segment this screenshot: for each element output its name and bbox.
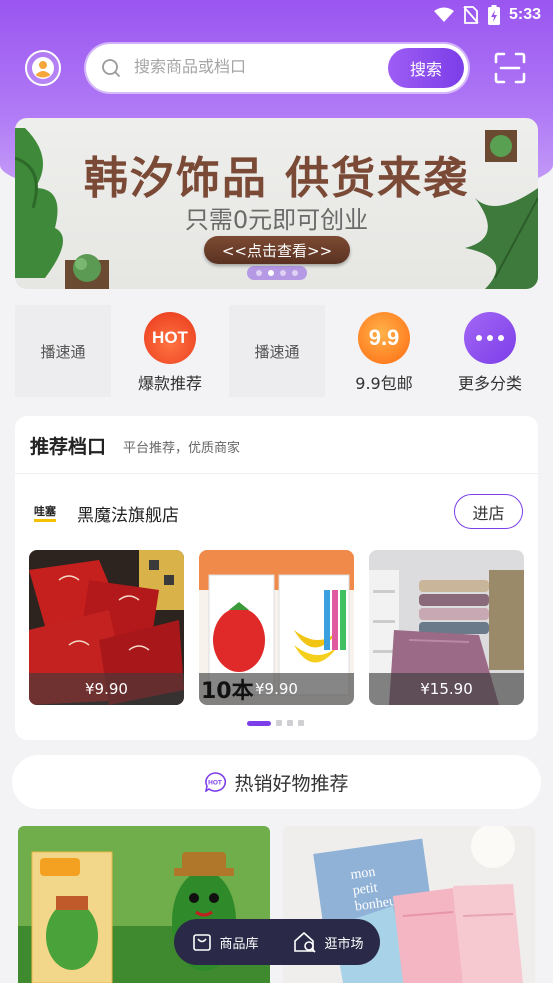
status-icons: 5:33 bbox=[433, 5, 541, 25]
promo-banner[interactable]: 韩汐饰品 供货来袭 只需0元即可创业 <<点击查看>> bbox=[15, 118, 538, 289]
banner-subtitle: 只需0元即可创业 bbox=[184, 206, 369, 234]
recommend-subtitle: 平台推荐，优质商家 bbox=[123, 441, 241, 456]
placeholder-label: 播速通 bbox=[40, 342, 86, 361]
succulent-pot-decoration bbox=[65, 254, 109, 289]
banner-dot bbox=[292, 270, 298, 276]
banner-cta-button[interactable]: <<点击查看>> bbox=[204, 236, 350, 264]
product-price: ¥15.90 bbox=[369, 673, 524, 705]
search-box[interactable]: 搜索 bbox=[86, 44, 468, 92]
product-card[interactable]: ¥9.90 bbox=[29, 550, 184, 705]
banner-dot bbox=[256, 270, 262, 276]
quick-item-label: 更多分类 bbox=[457, 374, 522, 393]
quick-item-placeholder[interactable]: 播速通 bbox=[15, 305, 111, 397]
hot-section-header: HOT 热销好物推荐 bbox=[12, 755, 541, 809]
search-input[interactable] bbox=[134, 57, 374, 76]
nine-nine-badge-text: 9.9 bbox=[368, 325, 400, 350]
no-sim-icon bbox=[463, 6, 479, 24]
scan-icon[interactable] bbox=[494, 52, 526, 84]
shop-row[interactable]: 哇塞 黑魔法旗舰店 进店 bbox=[15, 476, 538, 548]
product-price: ¥9.90 bbox=[29, 673, 184, 705]
user-avatar-button[interactable] bbox=[25, 50, 61, 86]
recommend-pagination bbox=[247, 720, 304, 726]
recommend-card: 推荐档口 平台推荐，优质商家 哇塞 黑魔法旗舰店 进店 ¥9.90 10本 ¥9… bbox=[15, 416, 538, 740]
hot-chat-badge-text: HOT bbox=[209, 780, 223, 787]
nav-item-product-library[interactable]: 商品库 bbox=[174, 932, 277, 952]
quick-menu: 播速通 HOT 爆款推荐 播速通 9.9 9.9包邮 更多分类 bbox=[15, 305, 538, 397]
banner-dot-active bbox=[268, 270, 274, 276]
shop-logo-text: 哇塞 bbox=[34, 502, 56, 522]
banner-pagination bbox=[247, 266, 307, 280]
quick-item-more[interactable]: 更多分类 bbox=[442, 305, 538, 397]
nav-label: 商品库 bbox=[219, 936, 259, 952]
user-icon bbox=[32, 57, 54, 79]
bag-icon bbox=[193, 934, 212, 951]
search-button[interactable]: 搜索 bbox=[388, 48, 464, 88]
recommend-header: 推荐档口 平台推荐，优质商家 bbox=[15, 416, 538, 474]
status-bar: 5:33 bbox=[0, 0, 553, 32]
bottom-nav: 商品库 逛市场 bbox=[174, 919, 380, 965]
nine-nine-icon: 9.9 bbox=[358, 312, 410, 364]
product-overlay-text: 10本 bbox=[201, 679, 254, 704]
house-search-icon bbox=[294, 931, 317, 953]
nav-item-market[interactable]: 逛市场 bbox=[277, 931, 380, 953]
shop-name: 黑魔法旗舰店 bbox=[77, 506, 179, 526]
shop-logo: 哇塞 bbox=[31, 500, 59, 524]
hot-icon: HOT bbox=[144, 312, 196, 364]
quick-item-placeholder[interactable]: 播速通 bbox=[229, 305, 325, 397]
top-bar: 搜索 bbox=[0, 44, 553, 92]
banner-dot bbox=[280, 270, 286, 276]
page-dot bbox=[298, 720, 304, 726]
nav-label: 逛市场 bbox=[324, 936, 364, 952]
status-time: 5:33 bbox=[508, 6, 541, 23]
quick-item-label: 爆款推荐 bbox=[137, 374, 202, 393]
quick-item-hot[interactable]: HOT 爆款推荐 bbox=[122, 305, 218, 397]
page-dot-active bbox=[247, 720, 271, 726]
page-dot bbox=[276, 720, 282, 726]
product-card[interactable]: ¥15.90 bbox=[369, 550, 524, 705]
quick-item-label: 9.9包邮 bbox=[355, 374, 413, 393]
search-icon bbox=[102, 59, 120, 77]
banner-title: 韩汐饰品 供货来袭 bbox=[83, 153, 470, 204]
hot-chat-icon: HOT bbox=[205, 772, 227, 792]
page-dot bbox=[287, 720, 293, 726]
wifi-icon bbox=[433, 7, 454, 22]
hot-badge-text: HOT bbox=[152, 328, 188, 347]
more-dots-icon bbox=[464, 312, 516, 364]
product-card[interactable]: 10本 ¥9.90 bbox=[199, 550, 354, 705]
battery-charging-icon bbox=[487, 5, 500, 25]
quick-item-nine-nine[interactable]: 9.9 9.9包邮 bbox=[336, 305, 432, 397]
placeholder-label: 播速通 bbox=[254, 342, 300, 361]
recommend-title: 推荐档口 bbox=[30, 436, 107, 458]
hot-section-label: 热销好物推荐 bbox=[234, 772, 349, 795]
enter-shop-button[interactable]: 进店 bbox=[454, 494, 523, 529]
